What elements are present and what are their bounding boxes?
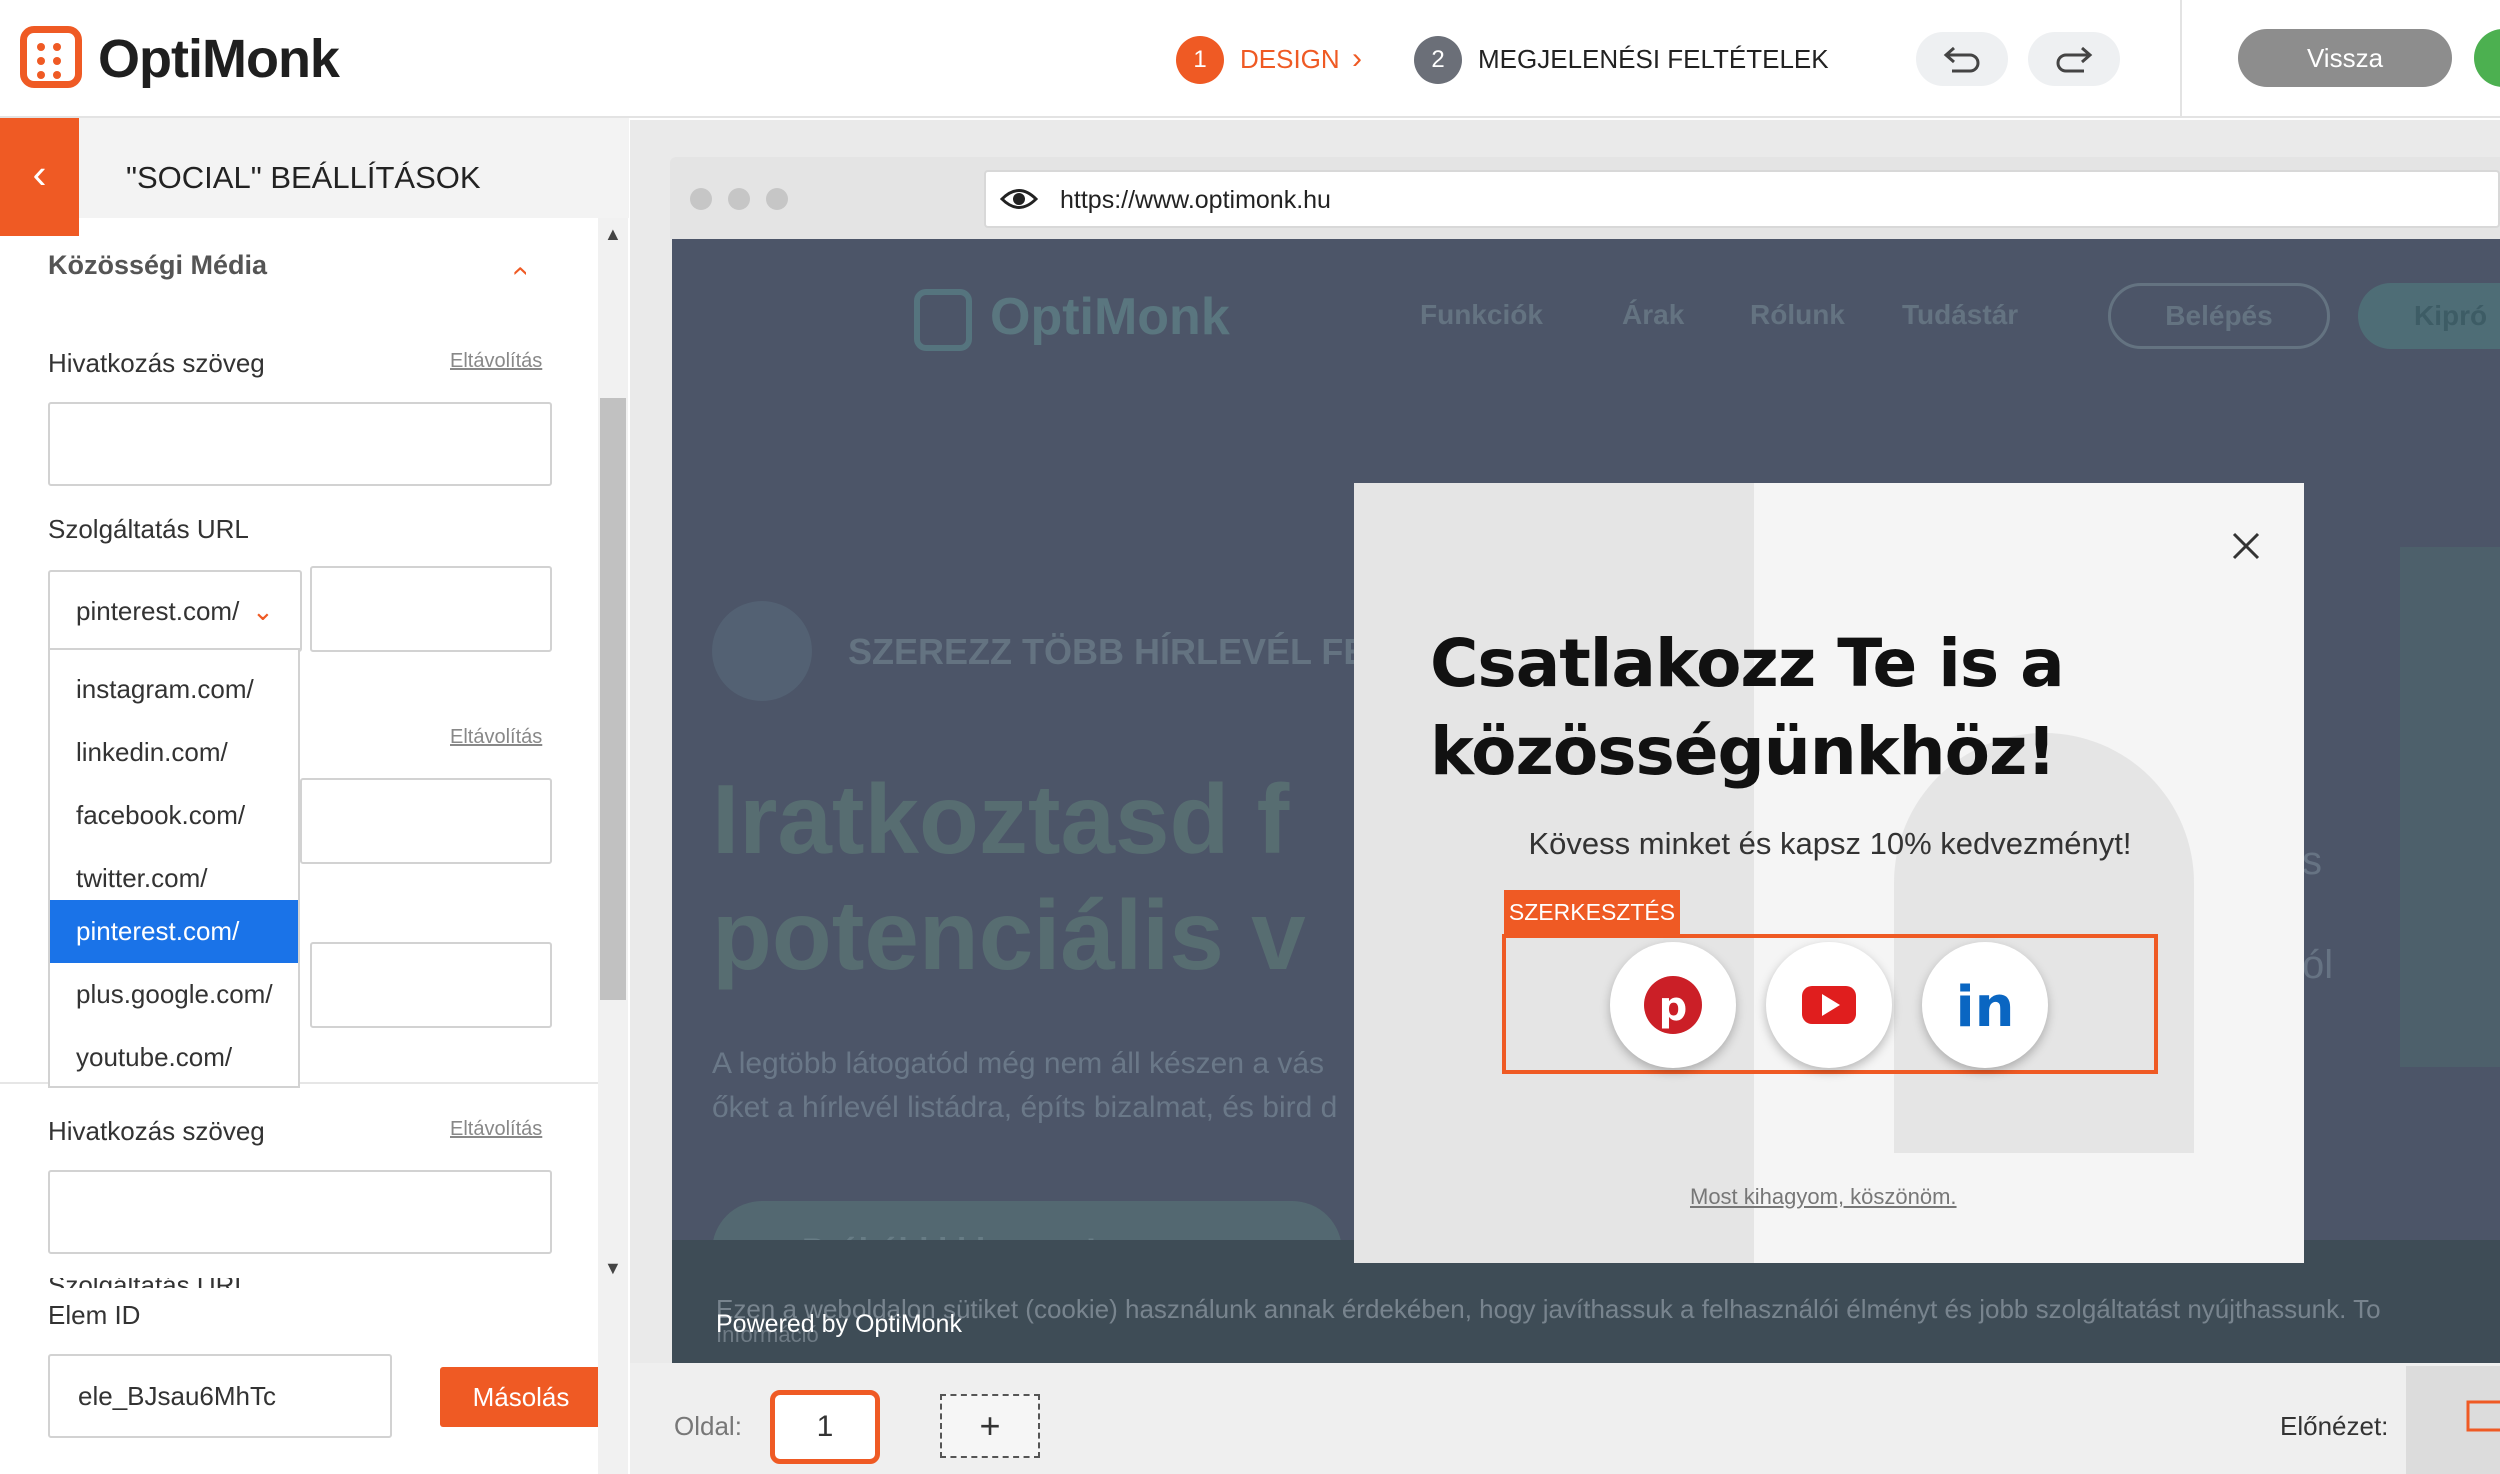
linkedin-icon[interactable]: in (1922, 942, 2048, 1068)
cookie-text: Ezen a weboldalon sütiket (cookie) haszn… (716, 1294, 2381, 1324)
site-logo-icon (914, 289, 972, 351)
step-2-label[interactable]: MEGJELENÉSI FELTÉTELEK (1478, 44, 1829, 75)
scroll-up-icon[interactable]: ▲ (604, 224, 622, 245)
skip-link[interactable]: Most kihagyom, köszönöm. (1690, 1184, 1957, 1210)
svg-text:in: in (1955, 975, 2014, 1040)
optimonk-logo-icon (20, 26, 82, 88)
site-nav-item: Árak (1622, 299, 1685, 330)
window-dot (728, 188, 750, 210)
service-url-selected: pinterest.com/ (76, 596, 240, 626)
service-url-input[interactable] (310, 566, 552, 652)
popup-headline: Csatlakozz Te is a közösségünkhöz! (1430, 620, 2230, 796)
toolbar-divider (2180, 0, 2182, 118)
chevron-right-icon: › (1352, 42, 1362, 75)
desktop-icon (2466, 1400, 2500, 1432)
dropdown-option-selected[interactable]: pinterest.com/ (50, 900, 298, 963)
desktop-preview-button[interactable] (2406, 1366, 2500, 1474)
popup[interactable] (1354, 483, 2304, 1263)
site-side-image (2400, 547, 2500, 1067)
undo-button[interactable] (1916, 32, 2008, 86)
svg-text:p: p (1659, 984, 1688, 1030)
window-dot (690, 188, 712, 210)
service-url-input-2[interactable] (310, 942, 552, 1028)
site-nav-item: Rólunk (1750, 299, 1845, 330)
step-2-number[interactable]: 2 (1414, 36, 1462, 84)
powered-by[interactable]: Powered by OptiMonk (716, 1310, 962, 1339)
remove-link[interactable]: Eltávolítás (450, 350, 542, 373)
chevron-up-icon[interactable]: › (502, 266, 536, 276)
element-id-field[interactable]: ele_BJsau6MhTc (48, 1354, 392, 1438)
popup-subline: Kövess minket és kapsz 10% kedvezményt! (1528, 826, 2132, 861)
site-nav-item: Funkciók (1420, 299, 1543, 330)
eye-icon (1000, 189, 1038, 209)
site-hero-line2: potenciális v (712, 880, 1306, 990)
dropdown-option[interactable]: linkedin.com/ (50, 721, 298, 784)
youtube-icon[interactable] (1766, 942, 1892, 1068)
add-page-button[interactable]: + (940, 1394, 1040, 1458)
service-url-label: Szolgáltatás URL (48, 514, 249, 544)
copy-button[interactable]: Másolás (440, 1367, 602, 1427)
app-logo-text: OptiMonk (98, 29, 340, 89)
section-title[interactable]: Közösségi Média (48, 250, 267, 281)
redo-button[interactable] (2028, 32, 2120, 86)
envelope-icon (712, 601, 812, 701)
site-login-button: Belépés (2108, 283, 2330, 349)
site-hero-line1: Iratkoztasd f (712, 764, 1290, 874)
link-text-input-2[interactable] (300, 778, 552, 864)
site-fragment: s (2302, 839, 2322, 883)
redo-icon (2056, 46, 2093, 73)
step-1-number[interactable]: 1 (1176, 36, 1224, 84)
pinterest-icon[interactable]: p (1610, 942, 1736, 1068)
chevron-down-icon: ⌄ (252, 596, 274, 626)
link-text-label-3: Hivatkozás szöveg (48, 1116, 265, 1146)
link-text-input-3[interactable] (48, 1170, 552, 1254)
step-1-label[interactable]: DESIGN (1240, 44, 1340, 75)
site-body-line2: őket a hírlevél listádra, építs bizalmat… (712, 1091, 1338, 1124)
service-url-select[interactable]: pinterest.com/ ⌄ (48, 570, 302, 652)
site-fragment: ól (2302, 943, 2334, 987)
panel-back-button[interactable]: ‹ (0, 118, 79, 236)
headline-line-1: Csatlakozz Te is a (1430, 625, 2065, 702)
bottom-bar (630, 1363, 2500, 1474)
link-text-input[interactable] (48, 402, 552, 486)
dropdown-option[interactable]: plus.google.com/ (50, 963, 298, 1026)
back-button[interactable]: Vissza (2238, 29, 2452, 87)
link-text-label: Hivatkozás szöveg (48, 348, 265, 378)
popup-background-image (1354, 483, 1754, 1263)
url-text: https://www.optimonk.hu (1060, 186, 1331, 214)
dropdown-option[interactable]: facebook.com/ (50, 784, 298, 847)
scroll-down-icon[interactable]: ▼ (604, 1258, 622, 1279)
window-dot (766, 188, 788, 210)
headline-line-2: közösségünkhöz! (1430, 713, 2057, 790)
site-body-line1: A legtöbb látogatód még nem áll készen a… (712, 1047, 1325, 1080)
dropdown-option[interactable]: instagram.com/ (50, 658, 298, 721)
panel-title: "SOCIAL" BEÁLLÍTÁSOK (126, 160, 481, 195)
service-url-label-cut-wrap: Szolgáltatás URL (48, 1278, 608, 1288)
service-url-label-cut: Szolgáltatás URL (48, 1278, 608, 1288)
chevron-left-icon: ‹ (32, 150, 47, 197)
undo-icon (1943, 46, 1980, 73)
page-label: Oldal: (674, 1411, 742, 1441)
site-nav-item: Tudástár (1902, 299, 2019, 330)
site-banner-text: SZEREZZ TÖBB HÍRLEVÉL FELIR (848, 631, 1426, 672)
page-1-button[interactable]: 1 (770, 1390, 880, 1464)
url-bar: https://www.optimonk.hu (984, 170, 2500, 228)
scrollbar-thumb[interactable] (600, 398, 626, 1000)
site-logo-text: OptiMonk (990, 288, 1230, 346)
preview-label: Előnézet: (2280, 1411, 2389, 1441)
remove-link-3[interactable]: Eltávolítás (450, 1118, 542, 1141)
close-icon[interactable] (2228, 528, 2264, 564)
service-url-dropdown[interactable]: instagram.com/ linkedin.com/ facebook.co… (48, 648, 300, 1088)
site-try-button: Kipró (2358, 283, 2500, 349)
dropdown-option[interactable]: youtube.com/ (50, 1026, 298, 1089)
element-id-label: Elem ID (48, 1300, 141, 1330)
remove-link-2[interactable]: Eltávolítás (450, 726, 542, 749)
edit-tag[interactable]: SZERKESZTÉS (1504, 890, 1680, 934)
